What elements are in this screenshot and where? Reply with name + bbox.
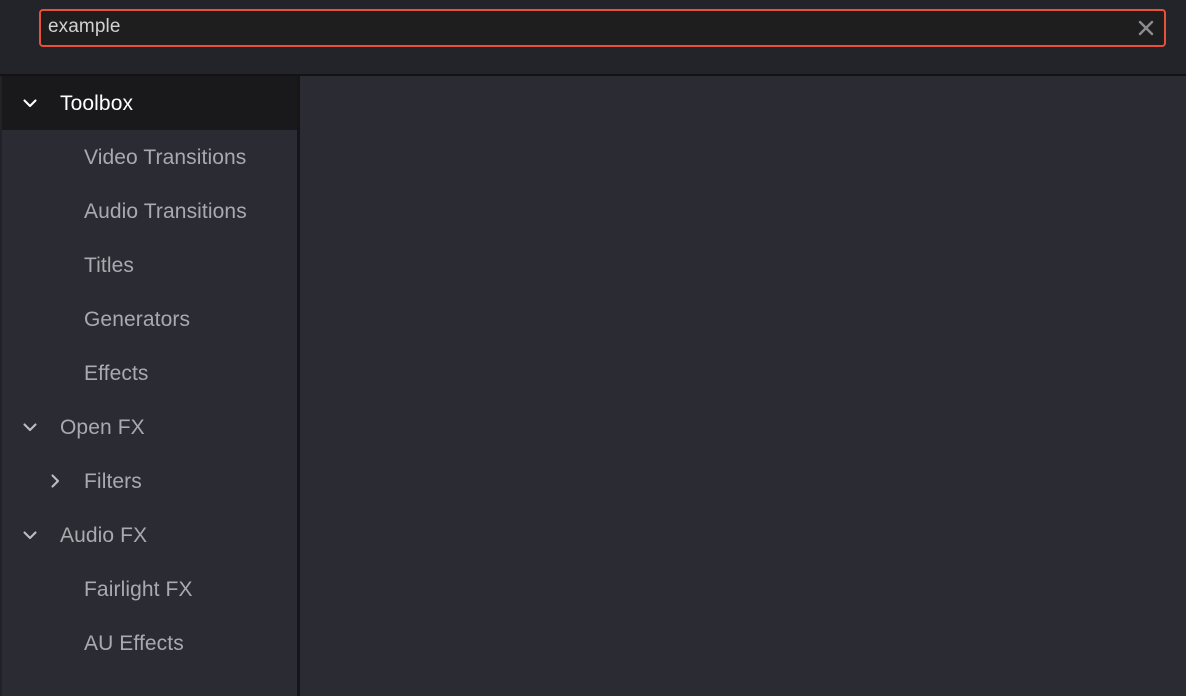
tree-item-label: Effects bbox=[84, 361, 149, 385]
close-icon bbox=[1136, 18, 1156, 38]
tree-item-toolbox[interactable]: Toolbox bbox=[2, 76, 297, 130]
tree-item-generators[interactable]: Generators bbox=[2, 292, 297, 346]
tree-item-au-effects[interactable]: AU Effects bbox=[2, 616, 297, 670]
tree-item-titles[interactable]: Titles bbox=[2, 238, 297, 292]
tree-item-video-transitions[interactable]: Video Transitions bbox=[2, 130, 297, 184]
search-header bbox=[0, 0, 1186, 76]
effects-content-panel[interactable] bbox=[300, 76, 1186, 696]
tree-item-open-fx[interactable]: Open FX bbox=[2, 400, 297, 454]
search-box[interactable] bbox=[39, 9, 1166, 47]
body-area: Toolbox Video Transitions Audio Transition… bbox=[0, 76, 1186, 696]
search-input[interactable] bbox=[41, 11, 1164, 45]
chevron-down-icon[interactable] bbox=[21, 94, 39, 112]
tree-item-label: Titles bbox=[84, 253, 134, 277]
chevron-down-icon[interactable] bbox=[21, 418, 39, 436]
tree-item-filters[interactable]: Filters bbox=[2, 454, 297, 508]
tree-item-label: Fairlight FX bbox=[84, 577, 193, 601]
tree-item-audio-fx[interactable]: Audio FX bbox=[2, 508, 297, 562]
chevron-right-icon[interactable] bbox=[46, 472, 64, 490]
effects-tree-sidebar[interactable]: Toolbox Video Transitions Audio Transition… bbox=[0, 76, 300, 696]
tree-item-fairlight-fx[interactable]: Fairlight FX bbox=[2, 562, 297, 616]
tree-item-effects[interactable]: Effects bbox=[2, 346, 297, 400]
tree-item-label: Audio Transitions bbox=[84, 199, 247, 223]
chevron-down-icon[interactable] bbox=[21, 526, 39, 544]
tree-item-label: AU Effects bbox=[84, 631, 184, 655]
clear-search-button[interactable] bbox=[1133, 15, 1159, 41]
tree-item-label: Video Transitions bbox=[84, 145, 247, 169]
tree-item-label: Filters bbox=[84, 469, 142, 493]
effects-library-window: Toolbox Video Transitions Audio Transition… bbox=[0, 0, 1186, 696]
tree-item-audio-transitions[interactable]: Audio Transitions bbox=[2, 184, 297, 238]
tree-item-label: Generators bbox=[84, 307, 191, 331]
